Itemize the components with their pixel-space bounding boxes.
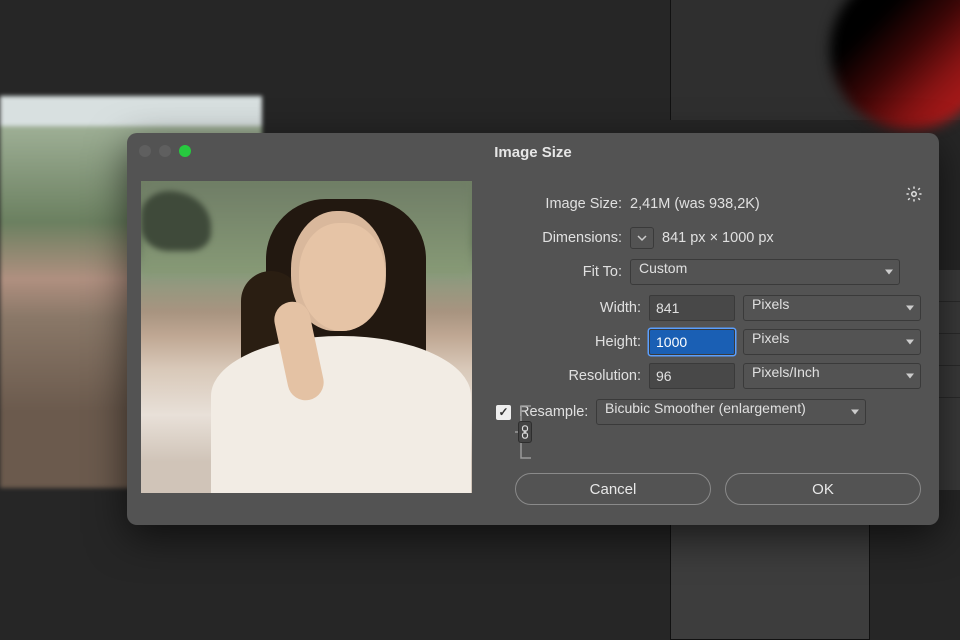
dialog-titlebar: Image Size <box>127 133 939 171</box>
gear-icon[interactable] <box>905 185 923 203</box>
resample-label: Resample: <box>519 404 588 420</box>
right-panel-color <box>670 0 960 120</box>
image-preview <box>141 181 472 493</box>
cancel-button[interactable]: Cancel <box>515 473 711 505</box>
image-size-value: 2,41M (was 938,2K) <box>630 196 760 212</box>
width-input[interactable] <box>649 295 735 321</box>
window-close-button[interactable] <box>139 145 151 157</box>
dimensions-value: 841 px × 1000 px <box>662 230 774 246</box>
resolution-unit-select[interactable]: Pixels/Inch <box>743 363 921 389</box>
dimensions-unit-dropdown[interactable] <box>630 227 654 249</box>
constrain-proportions-link-icon[interactable] <box>518 421 532 443</box>
width-label: Width: <box>534 300 641 316</box>
fit-to-label: Fit To: <box>492 264 622 280</box>
image-size-dialog: Image Size Image Size: 2,41M (was 938,2K… <box>127 133 939 525</box>
resolution-label: Resolution: <box>534 368 641 384</box>
resample-method-select[interactable]: Bicubic Smoother (enlargement) <box>596 399 866 425</box>
fit-to-select[interactable]: Custom <box>630 259 900 285</box>
window-minimize-button[interactable] <box>159 145 171 157</box>
resolution-input[interactable] <box>649 363 735 389</box>
image-size-label: Image Size: <box>492 196 622 212</box>
dimensions-label: Dimensions: <box>492 230 622 246</box>
height-label: Height: <box>534 334 641 350</box>
color-wheel <box>830 0 960 130</box>
height-input[interactable] <box>649 329 735 355</box>
ok-button[interactable]: OK <box>725 473 921 505</box>
height-unit-select[interactable]: Pixels <box>743 329 921 355</box>
window-zoom-button[interactable] <box>179 145 191 157</box>
resample-checkbox[interactable]: ✓ <box>496 405 511 420</box>
width-unit-select[interactable]: Pixels <box>743 295 921 321</box>
dialog-title: Image Size <box>494 144 572 161</box>
